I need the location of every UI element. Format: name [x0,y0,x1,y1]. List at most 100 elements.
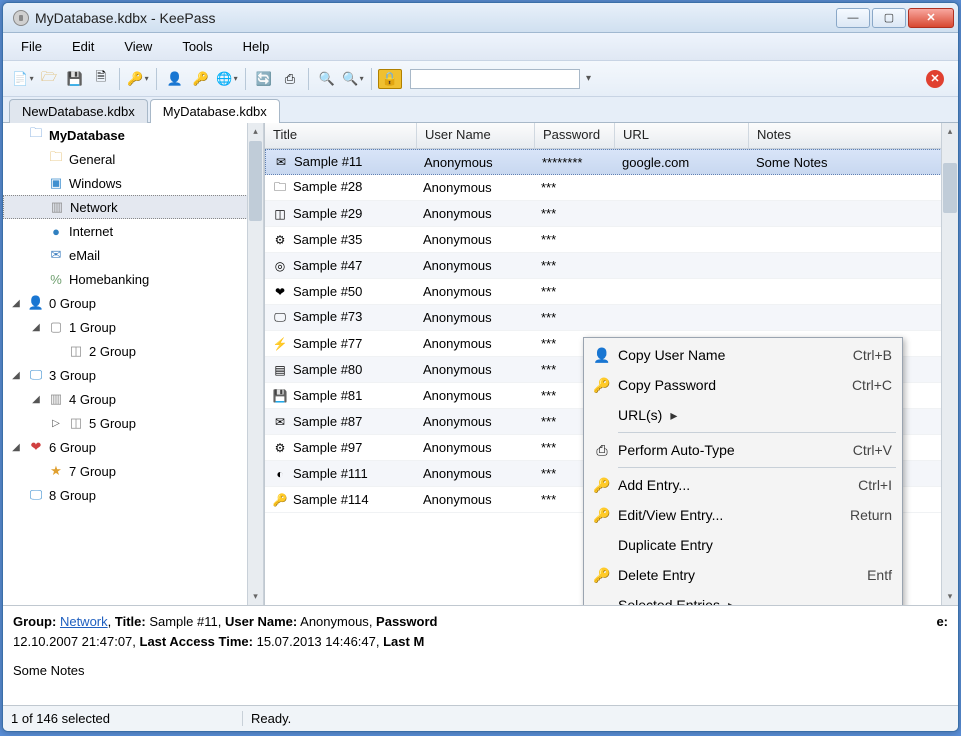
tree-item[interactable]: ◫2 Group [3,339,264,363]
menu-item-label: Copy Password [618,377,852,393]
menu-item-label: URL(s) [618,407,892,424]
tree-item[interactable]: ● Internet [3,219,264,243]
col-password[interactable]: Password [535,123,615,148]
scroll-down-icon[interactable]: ▾ [942,588,958,605]
lock-button[interactable]: 🔒 [378,67,402,91]
scroll-up-icon[interactable]: ▴ [248,123,263,140]
tree-item[interactable]: ◢❤6 Group [3,435,264,459]
menu-tools[interactable]: Tools [176,37,218,56]
tree-item[interactable]: %Homebanking [3,267,264,291]
save-all-button[interactable]: 🗎 [89,67,113,91]
status-selection: 1 of 146 selected [3,711,243,726]
tree-scrollbar[interactable]: ▴ ▾ [247,123,264,605]
clear-button[interactable]: ✕ [926,70,944,88]
tree-item-icon: ▢ [47,318,65,336]
entry-password: *** [535,310,615,325]
copy-user-button[interactable]: 👤 [163,67,187,91]
detail-group-link[interactable]: Network [60,614,108,629]
save-button[interactable]: 💾 [63,67,87,91]
menu-item[interactable]: 🔑Edit/View Entry...Return [586,500,900,530]
tree-item[interactable]: ✉eMail [3,243,264,267]
entry-title: Sample #111 [293,466,368,481]
col-user[interactable]: User Name [417,123,535,148]
entry-row[interactable]: ◫Sample #29Anonymous*** [265,201,958,227]
menu-view[interactable]: View [118,37,158,56]
scroll-up-icon[interactable]: ▴ [942,123,958,140]
tree-twisty-icon[interactable]: ◢ [29,394,43,405]
entry-row[interactable]: ❤Sample #50Anonymous*** [265,279,958,305]
copy-pass-button[interactable]: 🔑 [189,67,213,91]
tree-item[interactable]: ▥Network [3,195,264,219]
col-notes[interactable]: Notes [749,123,958,148]
menu-edit[interactable]: Edit [66,37,100,56]
tree-twisty-icon[interactable]: ◢ [9,298,23,309]
tree-twisty-icon[interactable]: ▷ [49,418,63,429]
tree-twisty-icon[interactable]: ◢ [9,442,23,453]
tree-item[interactable]: ▷◫5 Group [3,411,264,435]
group-tree[interactable]: 🗀MyDatabase🗀General▣Windows▥Network ● Inte… [3,123,265,605]
tab-mydatabase[interactable]: MyDatabase.kdbx [150,99,280,123]
menu-item[interactable]: 👤Copy User NameCtrl+B [586,340,900,370]
menu-item[interactable]: URL(s) [586,400,900,430]
new-db-button[interactable]: 📄 [11,67,35,91]
tree-twisty-icon[interactable]: ◢ [29,322,43,333]
entry-row[interactable]: 🗀Sample #28Anonymous*** [265,175,958,201]
menu-item[interactable]: 🔑Add Entry...Ctrl+I [586,470,900,500]
tree-item[interactable]: ◢👤0 Group [3,291,264,315]
find-drop-button[interactable]: 🔍 [341,67,365,91]
tree-item[interactable]: ◢▢1 Group [3,315,264,339]
tree-item-label: 2 Group [89,344,136,359]
menu-item[interactable]: ⎙Perform Auto-TypeCtrl+V [586,435,900,465]
maximize-button[interactable]: ▢ [872,8,906,28]
tree-item[interactable]: ◢🖵3 Group [3,363,264,387]
tree-item[interactable]: 🖵8 Group [3,483,264,507]
tabbar: NewDatabase.kdbx MyDatabase.kdbx [3,97,958,123]
entry-url: google.com [616,155,750,170]
tree-item-icon: ● [47,222,65,240]
search-input[interactable] [410,69,580,89]
close-button[interactable]: ✕ [908,8,954,28]
entry-row[interactable]: ⚙Sample #35Anonymous*** [265,227,958,253]
tree-item[interactable]: 🗀MyDatabase [3,123,264,147]
tree-item-icon: 👤 [27,294,45,312]
menu-item[interactable]: 🔑Delete EntryEntf [586,560,900,590]
tree-item[interactable]: ▣Windows [3,171,264,195]
entry-title: Sample #87 [293,414,362,429]
col-url[interactable]: URL [615,123,749,148]
menu-file[interactable]: File [15,37,48,56]
tab-newdatabase[interactable]: NewDatabase.kdbx [9,99,148,123]
key-button[interactable]: 🔑 [126,67,150,91]
menu-item[interactable]: Selected Entries [586,590,900,605]
tree-item[interactable]: ★7 Group [3,459,264,483]
menu-item[interactable]: Duplicate Entry [586,530,900,560]
menu-item-shortcut: Return [850,507,892,523]
autotype-button[interactable]: ⎙ [278,67,302,91]
tree-item[interactable]: ◢▥4 Group [3,387,264,411]
tree-item-icon: 🗀 [47,150,65,168]
find-button[interactable]: 🔍 [315,67,339,91]
minimize-button[interactable]: — [836,8,870,28]
titlebar[interactable]: MyDatabase.kdbx - KeePass — ▢ ✕ [3,3,958,33]
tree-twisty-icon[interactable]: ◢ [9,370,23,381]
menu-item-label: Edit/View Entry... [618,507,850,523]
autotype-nav-button[interactable]: 🔄 [252,67,276,91]
entry-icon: ⚙ [271,232,289,248]
toolbar: 📄 🗁 💾 🗎 🔑 👤 🔑 🌐 🔄 ⎙ 🔍 🔍 🔒 ▾ ✕ [3,61,958,97]
entry-row[interactable]: ◎Sample #47Anonymous*** [265,253,958,279]
list-scrollbar[interactable]: ▴ ▾ [941,123,958,605]
tree-item[interactable]: 🗀General [3,147,264,171]
menu-item-icon: 🔑 [586,377,618,394]
entry-row[interactable]: ✉Sample #11Anonymous********google.comSo… [265,149,958,175]
url-button[interactable]: 🌐 [215,67,239,91]
menu-item[interactable]: 🔑Copy PasswordCtrl+C [586,370,900,400]
scroll-down-icon[interactable]: ▾ [248,588,263,605]
entry-title: Sample #114 [293,492,369,507]
search-drop-icon[interactable]: ▾ [586,73,591,84]
entry-row[interactable]: 🖵Sample #73Anonymous*** [265,305,958,331]
col-title[interactable]: Title [265,123,417,148]
menu-help[interactable]: Help [237,37,276,56]
tree-item-label: Internet [69,224,113,239]
open-button[interactable]: 🗁 [37,67,61,91]
scroll-thumb[interactable] [943,163,957,213]
scroll-thumb[interactable] [249,141,262,221]
